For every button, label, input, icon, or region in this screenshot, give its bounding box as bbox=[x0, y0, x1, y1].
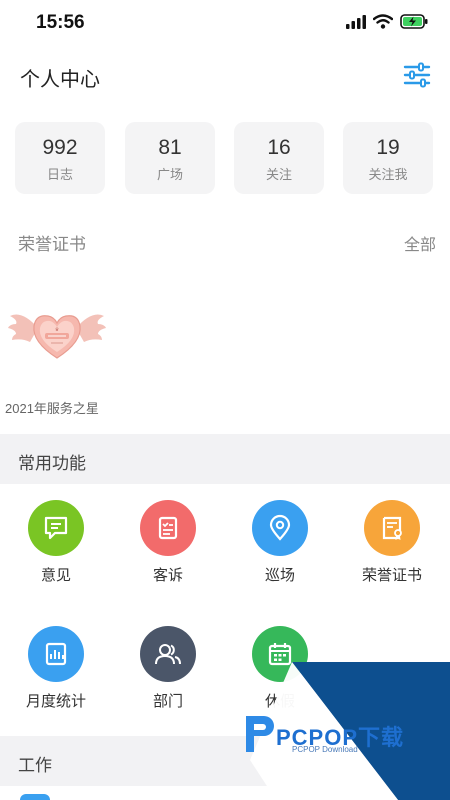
watermark-sub: PCPOP Download bbox=[292, 745, 358, 754]
watermark-logo bbox=[246, 662, 450, 800]
